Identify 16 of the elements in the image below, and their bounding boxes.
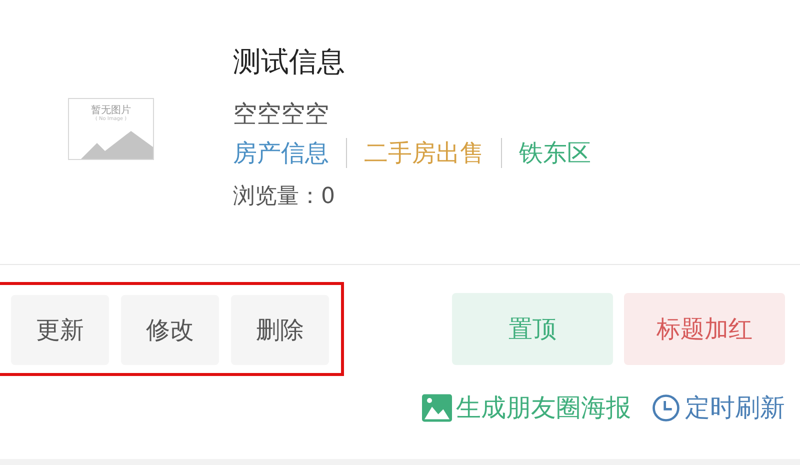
- action-button[interactable]: 修改: [121, 295, 219, 365]
- action-button[interactable]: 删除: [231, 295, 329, 365]
- listing-title: 测试信息: [233, 44, 346, 80]
- category-link[interactable]: 房产信息: [233, 136, 329, 170]
- clock-icon: [651, 394, 681, 422]
- image-icon: [422, 394, 452, 422]
- listing-description: 空空空空: [233, 99, 330, 130]
- action-link[interactable]: 生成朋友圈海报: [456, 390, 631, 426]
- action-button[interactable]: 更新: [11, 295, 109, 365]
- action-link[interactable]: 定时刷新: [685, 390, 785, 426]
- promote-button[interactable]: 标题加红: [624, 293, 785, 365]
- promote-button[interactable]: 置顶: [452, 293, 613, 365]
- category-link[interactable]: 铁东区: [519, 136, 591, 170]
- category-link[interactable]: 二手房出售: [364, 136, 484, 170]
- view-count: 浏览量：0: [233, 183, 336, 211]
- placeholder-caption: 暂无图片: [91, 105, 131, 116]
